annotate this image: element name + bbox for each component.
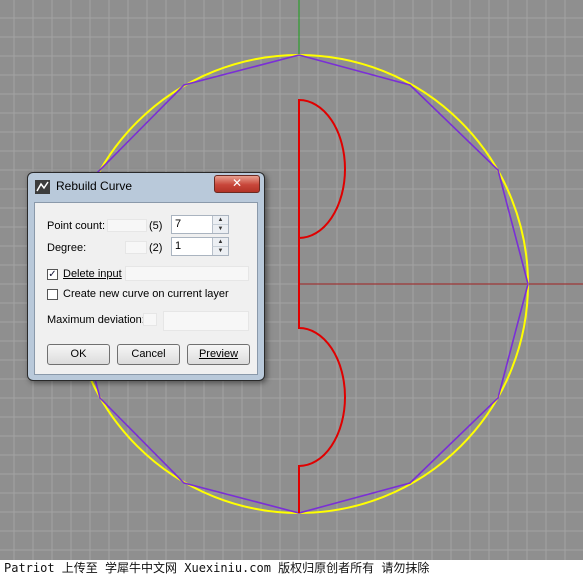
label-fill [125, 241, 147, 254]
preview-button[interactable]: Preview [187, 344, 250, 365]
label-fill [107, 219, 147, 232]
degree-label: Degree: [47, 242, 87, 254]
delete-input-label[interactable]: Delete input [63, 268, 122, 280]
delete-input-checkbox[interactable]: ✓ [47, 269, 58, 280]
point-count-label: Point count: [47, 220, 106, 232]
point-count-current: (5) [149, 220, 163, 232]
point-count-stepper[interactable]: 7 ▲ ▼ [171, 215, 229, 234]
close-button[interactable]: ✕ [214, 175, 260, 193]
degree-value[interactable]: 1 [175, 240, 181, 252]
point-count-up-icon[interactable]: ▲ [212, 216, 228, 225]
dialog-body: Point count: (5) 7 ▲ ▼ Degree: (2) 1 ▲ ▼… [34, 202, 258, 375]
cancel-button[interactable]: Cancel [117, 344, 180, 365]
label-fill [125, 266, 249, 281]
dialog-titlebar[interactable]: Rebuild Curve ✕ [28, 173, 264, 200]
degree-stepper[interactable]: 1 ▲ ▼ [171, 237, 229, 256]
max-deviation-label: Maximum deviation: [47, 314, 145, 326]
label-fill [143, 313, 157, 326]
create-new-curve-label[interactable]: Create new curve on current layer [63, 288, 229, 300]
rebuild-curve-icon [35, 180, 50, 194]
point-count-down-icon[interactable]: ▼ [212, 225, 228, 233]
rebuild-curve-dialog: Rebuild Curve ✕ Point count: (5) 7 ▲ ▼ D… [27, 172, 265, 381]
dialog-title: Rebuild Curve [56, 179, 133, 193]
ok-button[interactable]: OK [47, 344, 110, 365]
degree-up-icon[interactable]: ▲ [212, 238, 228, 247]
degree-current: (2) [149, 242, 163, 254]
create-new-curve-checkbox[interactable] [47, 289, 58, 300]
watermark-text: Patriot 上传至 学犀牛中文网 Xuexiniu.com 版权归原创者所有… [0, 560, 583, 577]
degree-down-icon[interactable]: ▼ [212, 247, 228, 255]
point-count-value[interactable]: 7 [175, 218, 181, 230]
max-deviation-field [163, 311, 249, 331]
